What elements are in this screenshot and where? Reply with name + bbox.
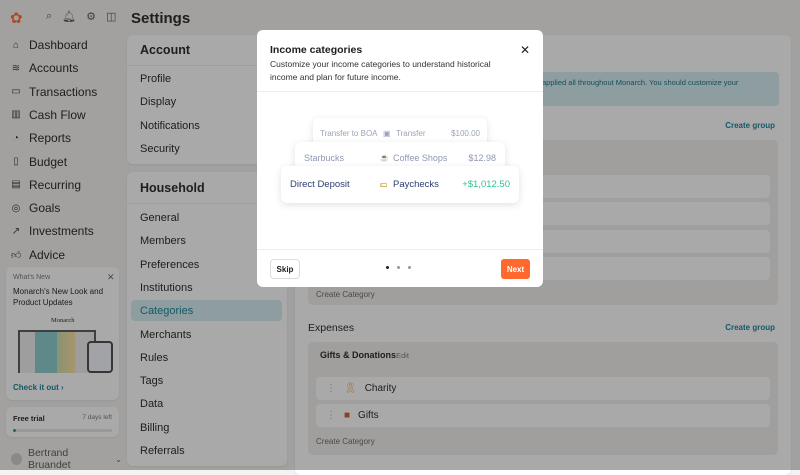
step-dot[interactable] [408,266,411,269]
modal-title: Income categories [270,44,363,56]
skip-button[interactable]: Skip [270,259,300,279]
coffee-icon: ☕ [380,155,389,162]
income-categories-modal: Income categories Customize your income … [257,30,543,287]
transaction-row: Direct Deposit 💵︎ Paychecks +$1,012.50 [281,166,519,203]
close-icon[interactable]: ✕ [520,43,530,57]
step-indicator [382,266,415,269]
step-dot[interactable] [386,266,389,269]
step-dot[interactable] [397,266,400,269]
money-icon: 💵︎ [380,179,388,189]
transfer-icon: ▣ [383,128,391,138]
next-button[interactable]: Next [501,259,530,279]
modal-description: Customize your income categories to unde… [270,59,491,82]
